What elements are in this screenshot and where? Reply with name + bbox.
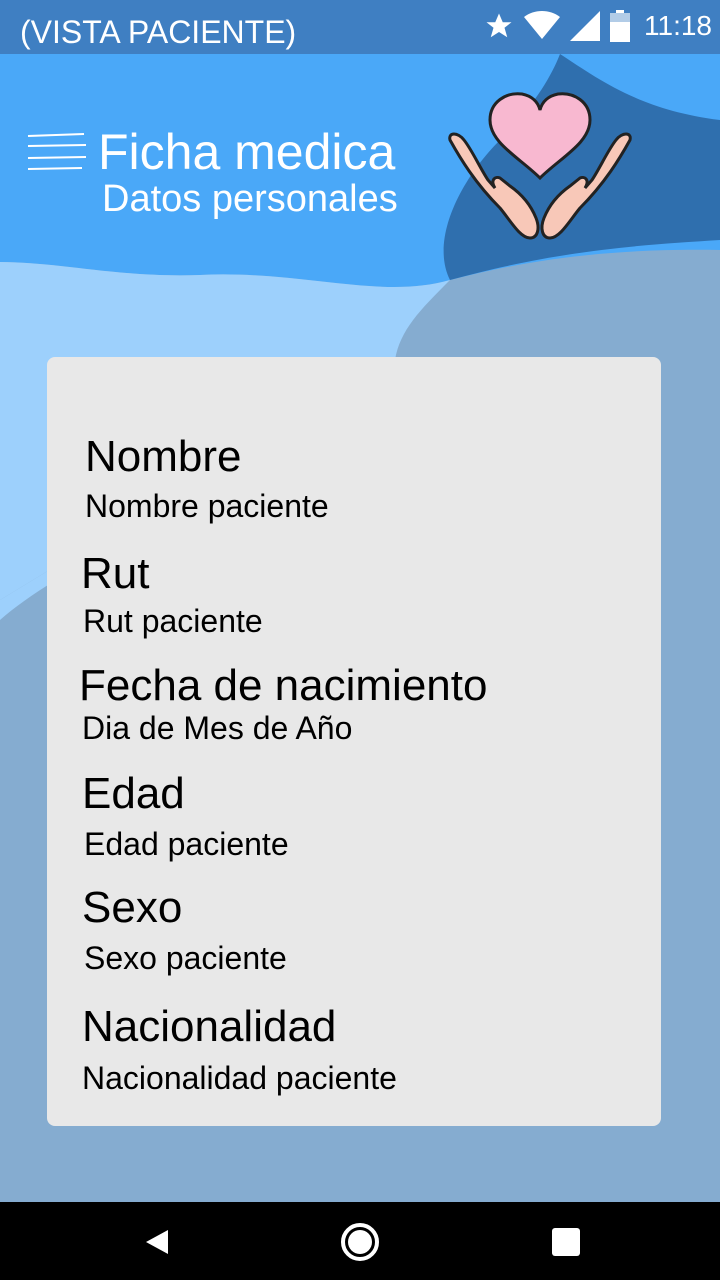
heart-in-hands-icon — [440, 88, 640, 253]
hamburger-menu-icon[interactable] — [26, 132, 88, 174]
status-bar: (VISTA PACIENTE) 11:18 — [0, 0, 720, 54]
field-value-edad: Edad paciente — [84, 826, 289, 862]
recents-icon[interactable] — [544, 1220, 588, 1264]
field-value-sexo: Sexo paciente — [84, 940, 287, 976]
field-value-nombre: Nombre paciente — [85, 488, 329, 524]
patient-info-card: Nombre Nombre paciente Rut Rut paciente … — [47, 357, 661, 1126]
status-icons: 11:18 — [484, 6, 712, 46]
clock: 11:18 — [644, 10, 712, 41]
field-value-fecha-nacimiento: Dia de Mes de Año — [82, 710, 353, 746]
home-icon[interactable] — [338, 1220, 382, 1264]
navigation-bar — [0, 1202, 720, 1280]
field-label-sexo: Sexo — [82, 883, 183, 932]
field-label-rut: Rut — [81, 549, 150, 598]
back-icon[interactable] — [136, 1220, 180, 1264]
battery-icon — [610, 10, 630, 42]
app-mode-label: (VISTA PACIENTE) — [20, 14, 297, 50]
page-title: Ficha medica — [98, 124, 396, 180]
field-value-rut: Rut paciente — [83, 603, 263, 639]
star-icon — [484, 11, 514, 41]
wifi-icon — [524, 11, 560, 41]
field-label-fecha-nacimiento: Fecha de nacimiento — [79, 661, 488, 710]
field-label-nacionalidad: Nacionalidad — [82, 1002, 337, 1051]
field-value-nacionalidad: Nacionalidad paciente — [82, 1060, 397, 1096]
field-label-nombre: Nombre — [85, 432, 242, 481]
page-subtitle: Datos personales — [102, 178, 398, 220]
signal-icon — [570, 11, 600, 41]
field-label-edad: Edad — [82, 769, 185, 818]
